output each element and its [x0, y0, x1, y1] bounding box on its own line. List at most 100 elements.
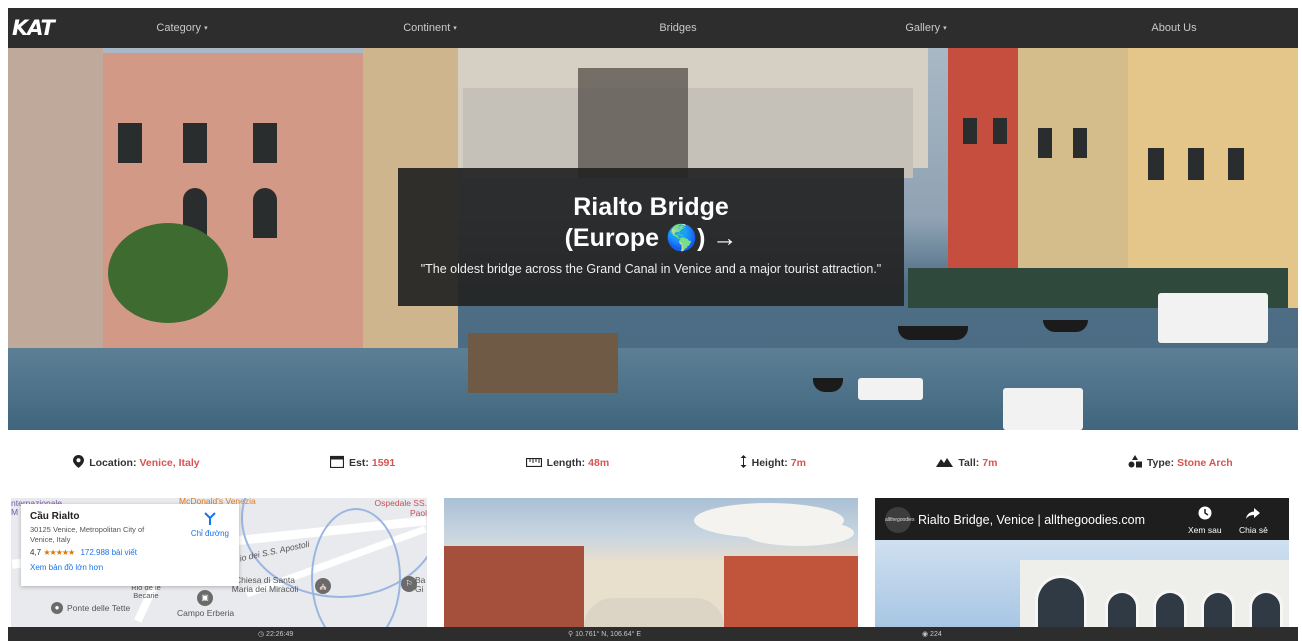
waterbus-station — [468, 333, 618, 393]
nav-item-category[interactable]: Category ▾ — [58, 22, 306, 34]
bottom-status-bar: ◷ 22:26:49 ⚲ 10.761° N, 106.64° E ◉ 224 — [8, 627, 1298, 641]
video-title[interactable]: Rialto Bridge, Venice | allthegoodies.co… — [918, 513, 1145, 527]
bridge-arch — [1035, 575, 1087, 627]
place-address: 30125 Venice, Metropolitan City of Venic… — [30, 525, 145, 544]
channel-avatar[interactable]: allthegoodies — [885, 507, 914, 533]
window — [183, 123, 207, 163]
window — [1038, 128, 1052, 158]
reviews-link[interactable]: 172.988 bài viết — [80, 548, 137, 557]
bridge-photo — [444, 498, 858, 627]
nav-menu: Category ▾ Continent ▾ Bridges Gallery ▾ Ab… — [58, 22, 1298, 34]
nav-item-gallery[interactable]: Gallery ▾ — [802, 22, 1050, 34]
bridge-arch — [1105, 590, 1139, 627]
vertical-arrows-icon — [740, 455, 747, 471]
star-rating-icon: ★★★★★ — [43, 548, 75, 557]
waterbus-boat — [1158, 293, 1268, 343]
continent-link[interactable]: (Europe 🌎) → — [398, 223, 904, 254]
caret-down-icon: ▾ — [943, 25, 947, 32]
caret-down-icon: ▾ — [204, 25, 208, 32]
nav-item-bridges[interactable]: Bridges — [554, 22, 802, 34]
nav-item-label: Category — [156, 22, 202, 34]
map-place-popup: Cầu Rialto 30125 Venice, Metropolitan Ci… — [21, 504, 239, 586]
place-pin-icon[interactable]: ● — [51, 602, 63, 614]
site-logo[interactable]: KAT — [8, 16, 58, 40]
shapes-icon — [1128, 455, 1142, 471]
type-value: Stone Arch — [1177, 457, 1233, 469]
geo-coordinates: ⚲ 10.761° N, 106.64° E — [568, 631, 641, 638]
motor-boat — [1003, 388, 1083, 430]
share-label: Chia sẻ — [1239, 525, 1268, 535]
nav-item-label: Continent — [403, 22, 451, 34]
youtube-video-embed[interactable]: allthegoodies Rialto Bridge, Venice | al… — [875, 498, 1289, 627]
view-counter: ◉ 224 — [922, 631, 942, 638]
est-value: 1591 — [371, 457, 396, 469]
info-label: Length: — [546, 457, 586, 469]
map-label: Ponte delle Tette — [67, 603, 131, 613]
bridge-arch — [1201, 590, 1235, 627]
clock-time: ◷ 22:26:49 — [258, 631, 294, 638]
directions-label: Chỉ đường — [190, 529, 229, 538]
nav-item-label: About Us — [1151, 22, 1197, 34]
rialto-bridge — [463, 88, 913, 178]
clock-icon — [1188, 506, 1222, 523]
window — [118, 123, 142, 163]
tall-value: 7m — [982, 457, 998, 469]
hero-title-card: Rialto Bridge (Europe 🌎) → "The oldest b… — [398, 168, 904, 306]
window — [963, 118, 977, 144]
nav-item-about-us[interactable]: About Us — [1050, 22, 1298, 34]
place-pin-icon[interactable]: ▣ — [197, 590, 213, 606]
bridge-arch — [1249, 590, 1283, 627]
building — [1018, 48, 1128, 298]
rialto-bridge — [584, 598, 724, 627]
map-label: Ba Gi — [415, 575, 426, 594]
building — [724, 556, 858, 627]
cloud — [744, 520, 854, 546]
window — [253, 123, 277, 163]
window — [1073, 128, 1087, 158]
info-label: Type: — [1146, 457, 1175, 469]
window — [1188, 148, 1204, 180]
info-location: Location: Venice, Italy — [73, 455, 200, 471]
church-pin-icon[interactable]: ⛪ — [315, 578, 331, 594]
map-pin-icon — [73, 455, 85, 471]
top-navbar: KAT Category ▾ Continent ▾ Bridges Gallery… — [8, 8, 1298, 48]
location-value: Venice, Italy — [139, 457, 200, 469]
window — [1148, 148, 1164, 180]
map-label: Rio de le Becarie — [131, 583, 161, 600]
window — [1228, 148, 1244, 180]
info-height: Height: 7m — [740, 455, 806, 471]
info-label: Height: — [751, 457, 788, 469]
watch-later-button[interactable]: Xem sau — [1188, 506, 1222, 535]
info-label: Est: — [349, 457, 369, 469]
tree — [108, 223, 228, 323]
map-label: Ospedale SS. Paol — [374, 498, 427, 518]
info-label: Tall: — [958, 457, 980, 469]
share-button[interactable]: Chia sẻ — [1239, 506, 1268, 535]
share-arrow-icon — [1239, 506, 1268, 523]
nav-item-continent[interactable]: Continent ▾ — [306, 22, 554, 34]
info-est: Est: 1591 — [329, 455, 396, 471]
view-larger-map-link[interactable]: Xem bản đồ lớn hơn — [30, 563, 230, 572]
google-map-embed[interactable]: nternazionale M McDonald's Venezia Osped… — [11, 498, 427, 627]
gondola — [898, 326, 968, 340]
mountain-icon — [936, 456, 954, 470]
directions-button[interactable]: Chỉ đường — [191, 512, 229, 538]
scaffolding — [578, 68, 688, 178]
motor-boat — [858, 378, 923, 400]
map-label: Campo Erberia — [177, 608, 235, 618]
bridge-description: "The oldest bridge across the Grand Cana… — [420, 262, 882, 276]
gondola — [1043, 320, 1088, 332]
building — [444, 546, 584, 627]
info-length: Length: 48m — [525, 456, 610, 470]
window — [253, 188, 277, 238]
video-thumbnail[interactable] — [875, 540, 1289, 627]
calendar-icon — [329, 455, 345, 471]
height-value: 7m — [790, 457, 806, 469]
grand-canal-water — [8, 348, 1298, 430]
length-value: 48m — [588, 457, 610, 469]
caret-down-icon: ▾ — [453, 25, 457, 32]
nav-item-label: Bridges — [659, 22, 697, 34]
map-label: M — [11, 507, 19, 517]
info-type: Type: Stone Arch — [1128, 455, 1233, 471]
nav-item-label: Gallery — [905, 22, 941, 34]
